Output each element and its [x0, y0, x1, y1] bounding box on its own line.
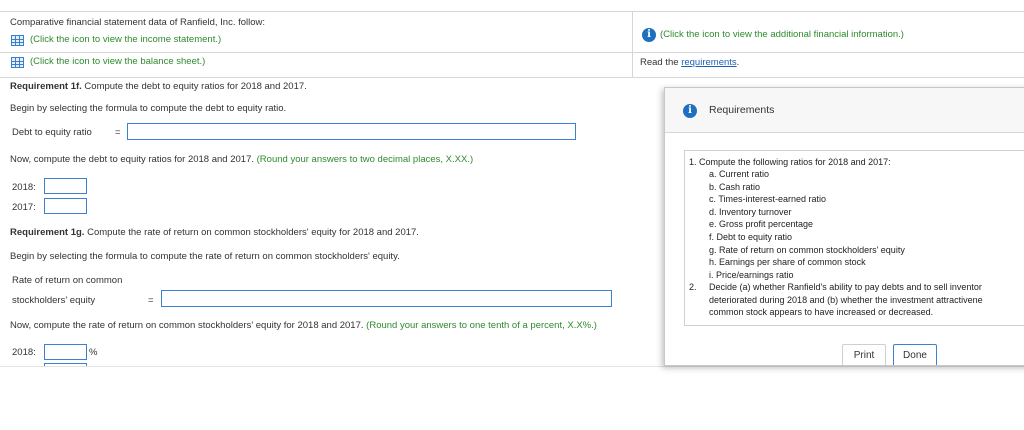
- read-requirements-line: Read the requirements.: [640, 57, 739, 68]
- item-1-text: Compute the following ratios for 2018 an…: [699, 157, 891, 167]
- subitem-a: a. Current ratio: [709, 169, 770, 179]
- debt-2018-input[interactable]: [44, 178, 87, 194]
- intro-text: Comparative financial statement data of …: [10, 17, 266, 28]
- content-bottom-edge: [0, 366, 1024, 367]
- requirement-1g-heading: Requirement 1g. Compute the rate of retu…: [10, 227, 419, 238]
- roe-compute-prompt: Now, compute the rate of return on commo…: [10, 320, 597, 331]
- done-button[interactable]: Done: [893, 344, 937, 365]
- roe-formula-prompt: Begin by selecting the formula to comput…: [10, 251, 400, 262]
- section-divider: [0, 77, 1024, 78]
- requirement-1g-text: Compute the rate of return on common sto…: [84, 227, 419, 238]
- requirements-item-2: Decide (a) whether Ranfield's ability to…: [709, 281, 983, 319]
- roe-2018-input[interactable]: [44, 344, 87, 360]
- top-divider: [0, 11, 1024, 12]
- requirements-subitems: a. Current ratio b. Cash ratio c. Times-…: [709, 168, 905, 281]
- right-header-divider: [632, 52, 1024, 53]
- requirement-1g-label: Requirement 1g.: [10, 227, 85, 238]
- debt-2017-label: 2017:: [12, 202, 36, 213]
- requirements-info-icon: i: [683, 104, 697, 118]
- roe-formula-input[interactable]: [161, 290, 612, 307]
- requirements-item-2-number: 2.: [689, 282, 697, 292]
- roe-label-line2: stockholders' equity: [12, 295, 96, 306]
- subitem-e: e. Gross profit percentage: [709, 219, 814, 230]
- requirement-1f-text: Compute the debt to equity ratios for 20…: [81, 81, 307, 92]
- debt-2017-input[interactable]: [44, 198, 87, 214]
- roe-equals-sign: =: [148, 295, 154, 306]
- roe-2018-label: 2018:: [12, 347, 36, 358]
- requirements-item-1: 1. Compute the following ratios for 2018…: [689, 156, 891, 169]
- roe-label-line1: Rate of return on common: [12, 275, 123, 286]
- subitem-b: b. Cash ratio: [709, 181, 761, 192]
- subitem-g: g. Rate of return on common stockholders…: [709, 244, 905, 255]
- requirement-1f-heading: Requirement 1f. Compute the debt to equi…: [10, 81, 307, 92]
- debt-2018-label: 2018:: [12, 182, 36, 193]
- subitem-d: d. Inventory turnover: [709, 206, 792, 217]
- income-statement-table-icon[interactable]: [11, 35, 24, 46]
- additional-info-link[interactable]: (Click the icon to view the additional f…: [660, 29, 904, 40]
- roe-2018-percent: %: [89, 347, 98, 358]
- balance-sheet-table-icon[interactable]: [11, 57, 24, 68]
- debt-compute-prompt: Now, compute the debt to equity ratios f…: [10, 154, 473, 165]
- intro-divider: [0, 52, 632, 53]
- debt-formula-input[interactable]: [127, 123, 576, 140]
- subitem-c: c. Times-interest-earned ratio: [709, 194, 827, 205]
- item-2-line3: common stock appears to have increased o…: [709, 307, 934, 318]
- read-prefix: Read the: [640, 57, 682, 68]
- subitem-f: f. Debt to equity ratio: [709, 231, 793, 242]
- info-icon[interactable]: i: [642, 28, 656, 42]
- subitem-i: i. Price/earnings ratio: [709, 269, 794, 280]
- debt-rounding-hint: (Round your answers to two decimal place…: [256, 154, 474, 165]
- requirements-link[interactable]: requirements: [681, 57, 736, 68]
- debt-formula-prompt: Begin by selecting the formula to comput…: [10, 103, 287, 114]
- roe-compute-text: Now, compute the rate of return on commo…: [10, 320, 364, 331]
- debt-compute-text: Now, compute the debt to equity ratios f…: [10, 154, 254, 165]
- income-statement-link[interactable]: (Click the icon to view the income state…: [30, 34, 221, 45]
- item-2-line1: Decide (a) whether Ranfield's ability to…: [709, 282, 982, 292]
- print-button[interactable]: Print: [842, 344, 886, 365]
- popup-title: Requirements: [709, 104, 775, 116]
- header-vertical-divider: [632, 11, 633, 77]
- debt-equals-sign: =: [115, 127, 121, 138]
- subitem-h: h. Earnings per share of common stock: [709, 257, 866, 268]
- debt-to-equity-label: Debt to equity ratio: [12, 127, 92, 138]
- item-1-number: 1.: [689, 157, 697, 167]
- requirements-popup: i Requirements 1. Compute the following …: [664, 87, 1024, 366]
- read-suffix: .: [736, 57, 740, 68]
- item-2-line2: deteriorated during 2018 and (b) whether…: [709, 294, 983, 305]
- balance-sheet-link[interactable]: (Click the icon to view the balance shee…: [30, 56, 205, 67]
- roe-rounding-hint: (Round your answers to one tenth of a pe…: [366, 320, 597, 331]
- requirement-1f-label: Requirement 1f.: [10, 81, 82, 92]
